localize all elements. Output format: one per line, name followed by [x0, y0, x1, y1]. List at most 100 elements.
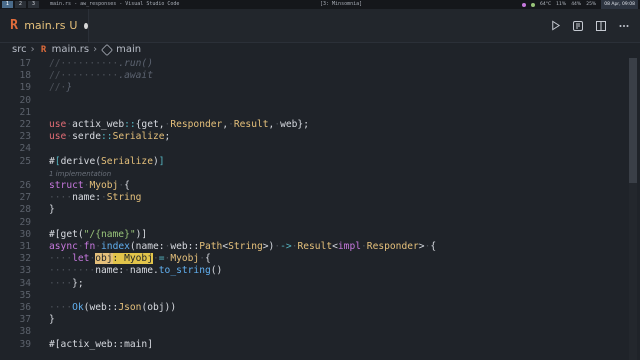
- code-token: {: [430, 241, 437, 252]
- scrollbar-thumb[interactable]: [629, 58, 637, 183]
- code-token: String: [228, 241, 263, 252]
- code-token: let: [72, 253, 90, 265]
- code-token: ····: [49, 277, 73, 289]
- code-token: ········: [49, 265, 96, 277]
- split-editor-icon[interactable]: [595, 20, 607, 32]
- code-token: web::: [170, 241, 200, 252]
- code-token: async: [49, 241, 78, 252]
- run-icon[interactable]: [549, 20, 561, 32]
- code-token: Myobj: [170, 253, 200, 265]
- workspace-2[interactable]: 2: [15, 1, 26, 8]
- line-code: //··········.await: [49, 70, 153, 82]
- code-token: }: [66, 82, 73, 94]
- clock[interactable]: 08 Apr, 09:08: [601, 0, 638, 9]
- code-token: actix_web: [72, 119, 125, 130]
- workspace-3[interactable]: 3: [28, 1, 39, 8]
- code-token: derive(: [60, 155, 101, 167]
- line-number: 18: [19, 70, 31, 82]
- code-token: : Myobj: [112, 253, 153, 265]
- system-top-bar: 1 2 3 main.rs - aw_responses - Visual St…: [0, 0, 640, 9]
- code-token: {: [205, 253, 211, 265]
- diff-icon[interactable]: [572, 20, 584, 32]
- line-number: 27: [19, 192, 31, 204]
- code-token: ····: [49, 192, 73, 204]
- window-title: main.rs - aw_responses - Visual Studio C…: [50, 1, 180, 7]
- code-token: Myobj: [89, 180, 119, 191]
- code-token: //··········: [49, 70, 119, 82]
- code-token: .await: [118, 70, 153, 82]
- line-code: ········name:·name.to_string(): [49, 265, 222, 277]
- workspace-1[interactable]: 1: [2, 1, 13, 8]
- code-token: impl: [337, 241, 362, 252]
- line-code: struct·Myobj·{: [49, 180, 130, 192]
- code-token: name:: [72, 192, 101, 204]
- breadcrumb-symbol[interactable]: main: [116, 43, 141, 57]
- codelens-text[interactable]: 1 implementation: [49, 170, 111, 178]
- code-token: Path: [199, 241, 223, 252]
- line-code: //·}: [49, 82, 72, 94]
- code-token: use: [49, 131, 67, 143]
- breadcrumb-folder[interactable]: src: [12, 43, 27, 57]
- line-code: #[derive(Serialize)]: [49, 156, 165, 168]
- code-token: {: [124, 180, 130, 191]
- code-token: ····: [49, 253, 73, 265]
- code-token: "/{name}": [83, 228, 136, 240]
- line-code: }: [49, 204, 55, 216]
- code-token: struct: [49, 180, 84, 191]
- editor-actions: [549, 9, 630, 42]
- code-token: }: [49, 204, 55, 216]
- line-number: 34: [19, 277, 31, 289]
- code-token: >): [262, 241, 275, 252]
- line-number: 38: [19, 326, 31, 338]
- line-code: #[actix_web::main]: [49, 339, 153, 351]
- volume-level: 11%: [556, 2, 567, 7]
- breadcrumb-file[interactable]: main.rs: [52, 43, 90, 57]
- code-token: ····: [49, 302, 73, 313]
- line-number: 29: [19, 216, 31, 228]
- code-token: fn: [83, 241, 96, 252]
- line-number: 22: [19, 119, 31, 130]
- code-token: (web::: [83, 302, 119, 313]
- code-token: {get,: [135, 119, 165, 130]
- code-token: Serialize: [101, 155, 153, 167]
- code-token: ->: [280, 241, 292, 252]
- code-token: (name:: [129, 241, 165, 252]
- cpu-temp: 64°C: [540, 2, 552, 7]
- line-number: 30: [19, 228, 31, 240]
- code-token: Serialize: [112, 131, 165, 143]
- line-number: 36: [19, 302, 31, 313]
- symbol-function-icon: [101, 44, 114, 56]
- center-window-title: [3: Minsomnia]: [320, 1, 363, 7]
- code-token: index: [101, 241, 130, 252]
- rust-file-icon: R: [10, 18, 18, 33]
- code-editor[interactable]: 17 //··········.run() 18 //··········.await…: [0, 57, 628, 360]
- code-token: ]: [158, 155, 165, 167]
- code-token: obj: [95, 253, 113, 265]
- memory-usage: 25%: [586, 2, 597, 7]
- battery-level: 44%: [571, 2, 582, 7]
- code-token: //··········: [49, 58, 119, 69]
- line-number: 21: [19, 106, 31, 118]
- chevron-right-icon: ›: [93, 44, 98, 55]
- line-code: ····Ok(web::Json(obj)): [49, 302, 176, 314]
- more-icon[interactable]: [618, 20, 630, 32]
- code-token: to_string: [158, 265, 211, 277]
- tab-main-rs[interactable]: R main.rs U: [0, 9, 89, 42]
- line-number: 33: [19, 265, 31, 277]
- line-code: //··········.run(): [49, 58, 153, 70]
- tab-label: main.rs: [24, 19, 66, 32]
- code-token: web};: [280, 119, 309, 130]
- code-token: ::: [101, 131, 113, 143]
- code-token: serde: [72, 131, 101, 143]
- line-code: async·fn·index(name:·web::Path<String>)·…: [49, 241, 436, 253]
- rust-file-icon: R: [40, 45, 47, 55]
- line-code: }: [49, 314, 55, 326]
- line-code: use·serde::Serialize;: [49, 131, 170, 143]
- code-token: Responder: [366, 241, 419, 252]
- tab-git-status: U: [69, 19, 78, 32]
- unsaved-dot-icon[interactable]: [84, 22, 88, 29]
- code-token: String: [106, 192, 142, 204]
- line-number: 31: [19, 241, 31, 252]
- code-token: #[actix_web::main]: [49, 338, 153, 350]
- line-code: use·actix_web::{get,·Responder,·Result,·…: [49, 119, 309, 131]
